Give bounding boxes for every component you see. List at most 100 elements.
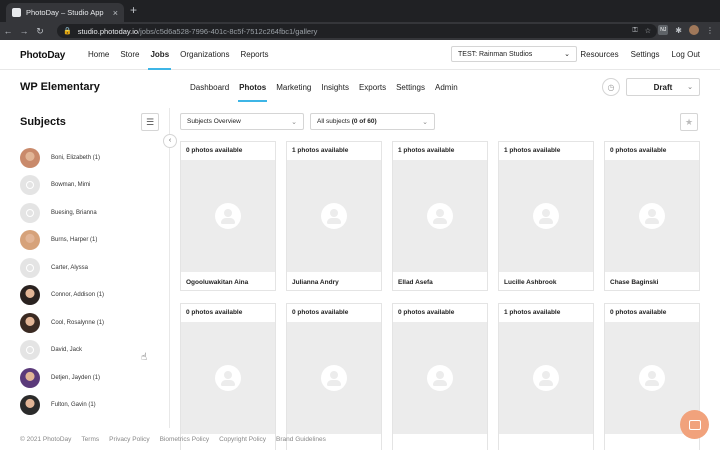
back-arrow-icon[interactable]: ← bbox=[0, 26, 16, 36]
nav-store[interactable]: Store bbox=[120, 50, 139, 59]
tab-photos[interactable]: Photos bbox=[238, 83, 268, 102]
studio-select[interactable]: TEST: Rainman Studios ⌄ bbox=[451, 46, 577, 62]
subject-card-name: Ogooluwakitan Aina bbox=[186, 279, 249, 286]
subjects-filter-value: All subjects (0 of 60) bbox=[317, 118, 377, 125]
nav-jobs[interactable]: Jobs bbox=[148, 50, 171, 70]
subject-card[interactable]: 0 photos available Chase Baginski bbox=[604, 141, 700, 291]
subject-card[interactable]: 0 photos available Ogooluwakitan Aina bbox=[180, 141, 276, 291]
photo-count: 1 photos available bbox=[398, 147, 455, 154]
footer-copyright-policy[interactable]: Copyright Policy bbox=[219, 436, 266, 443]
chat-launcher-icon[interactable] bbox=[680, 410, 709, 439]
subject-avatar bbox=[20, 312, 40, 333]
pointer-cursor-icon: ☝ bbox=[141, 352, 148, 363]
browser-tab[interactable]: PhotoDay – Studio App × bbox=[6, 3, 124, 22]
subject-list-item[interactable]: Buesing, Brianna bbox=[20, 199, 160, 227]
photoday-favicon-icon bbox=[12, 8, 21, 17]
address-bar[interactable]: 🔒 studio.photoday.io/jobs/c5d6a528-7996-… bbox=[57, 24, 657, 38]
subjects-filter-select[interactable]: All subjects (0 of 60) ⌄ bbox=[310, 113, 435, 130]
forward-arrow-icon[interactable]: → bbox=[16, 26, 32, 36]
person-placeholder-icon bbox=[639, 203, 665, 229]
studio-select-value: TEST: Rainman Studios bbox=[458, 50, 533, 58]
photoday-logo[interactable]: PhotoDay bbox=[20, 50, 65, 61]
tab-insights[interactable]: Insights bbox=[321, 83, 349, 92]
list-view-icon[interactable]: ☰ bbox=[141, 113, 159, 131]
right-nav: Resources Settings Log Out bbox=[580, 50, 700, 59]
footer-terms[interactable]: Terms bbox=[81, 436, 99, 443]
subject-list-item[interactable]: Burns, Harper (1) bbox=[20, 227, 160, 255]
photo-placeholder bbox=[181, 322, 275, 434]
subject-name: Bowman, Mimi bbox=[51, 182, 91, 189]
photo-count: 1 photos available bbox=[292, 147, 349, 154]
person-placeholder-icon bbox=[215, 365, 241, 391]
browser-profile-avatar[interactable] bbox=[689, 25, 699, 35]
chevron-down-icon: ⌄ bbox=[687, 84, 693, 91]
subject-list-item[interactable]: Bowman, Mimi bbox=[20, 172, 160, 200]
lock-icon: 🔒 bbox=[63, 28, 72, 35]
bookmark-star-icon[interactable]: ☆ bbox=[645, 27, 651, 35]
subject-card[interactable]: 1 photos available Lucille Ashbrook bbox=[498, 141, 594, 291]
overview-select[interactable]: Subjects Overview ⌄ bbox=[180, 113, 304, 130]
chevron-down-icon: ⌄ bbox=[564, 51, 570, 58]
subject-avatar bbox=[20, 230, 40, 251]
job-status-value: Draft bbox=[653, 82, 673, 92]
subject-list-item[interactable]: David, Jack bbox=[20, 337, 160, 365]
tab-close-icon[interactable]: × bbox=[113, 8, 118, 18]
tab-exports[interactable]: Exports bbox=[359, 83, 386, 92]
nav-settings[interactable]: Settings bbox=[631, 50, 660, 59]
nav-logout[interactable]: Log Out bbox=[672, 50, 700, 59]
footer-privacy[interactable]: Privacy Policy bbox=[109, 436, 149, 443]
nav-organizations[interactable]: Organizations bbox=[180, 50, 229, 59]
subject-avatar bbox=[20, 367, 40, 388]
star-icon[interactable]: ★ bbox=[680, 113, 698, 131]
footer: © 2021 PhotoDay Terms Privacy Policy Bio… bbox=[20, 436, 326, 443]
chevron-down-icon: ⌄ bbox=[422, 118, 428, 126]
reload-icon[interactable]: ↻ bbox=[32, 26, 48, 37]
footer-biometrics[interactable]: Biometrics Policy bbox=[160, 436, 209, 443]
tab-marketing[interactable]: Marketing bbox=[276, 83, 311, 92]
subject-card[interactable]: 1 photos available Julianna Andry bbox=[286, 141, 382, 291]
subject-card[interactable]: 0 photos available bbox=[286, 303, 382, 450]
tab-settings[interactable]: Settings bbox=[396, 83, 425, 92]
subject-list-item[interactable]: Cool, Rosalynne (1) bbox=[20, 309, 160, 337]
tab-admin[interactable]: Admin bbox=[435, 83, 458, 92]
collapse-sidebar-chevron-icon[interactable]: ‹ bbox=[163, 134, 177, 148]
subject-avatar bbox=[20, 395, 40, 416]
nav-resources[interactable]: Resources bbox=[580, 50, 618, 59]
job-status-dropdown[interactable]: Draft ⌄ bbox=[626, 78, 700, 96]
photo-count: 0 photos available bbox=[610, 147, 667, 154]
overview-select-value: Subjects Overview bbox=[187, 118, 241, 125]
subject-card[interactable]: 0 photos available bbox=[392, 303, 488, 450]
key-icon[interactable]: ⚿ bbox=[632, 27, 637, 35]
nav-home[interactable]: Home bbox=[88, 50, 109, 59]
subject-card[interactable]: 1 photos available bbox=[498, 303, 594, 450]
subject-card[interactable]: 0 photos available bbox=[180, 303, 276, 450]
subject-list-item[interactable]: Connor, Addison (1) bbox=[20, 282, 160, 310]
subject-name: Cool, Rosalynne (1) bbox=[51, 319, 105, 326]
subjects-sidebar: Subjects ☰ Boni, Elizabeth (1) Bowman, Mi… bbox=[0, 108, 170, 428]
tab-dashboard[interactable]: Dashboard bbox=[190, 83, 229, 92]
subject-card[interactable]: 1 photos available Ellad Asefa bbox=[392, 141, 488, 291]
person-placeholder-icon bbox=[321, 203, 347, 229]
photo-count: 0 photos available bbox=[610, 309, 667, 316]
app-header: PhotoDay Home Store Jobs Organizations R… bbox=[0, 40, 720, 70]
subject-card-name: Lucille Ashbrook bbox=[504, 279, 557, 286]
person-placeholder-icon bbox=[427, 203, 453, 229]
subject-list-item[interactable]: Fulton, Gavin (1) bbox=[20, 392, 160, 420]
browser-tab-title: PhotoDay – Studio App bbox=[26, 8, 104, 17]
subject-list-item[interactable]: Detjen, Jayden (1) bbox=[20, 364, 160, 392]
person-placeholder-icon bbox=[427, 365, 453, 391]
photo-placeholder bbox=[181, 160, 275, 272]
extension-nj-icon[interactable]: NJ bbox=[658, 25, 669, 35]
subject-list-item[interactable]: Carter, Alyssa bbox=[20, 254, 160, 282]
subject-list-item[interactable]: Boni, Elizabeth (1) bbox=[20, 144, 160, 172]
clock-icon[interactable]: ◷ bbox=[602, 78, 620, 96]
subject-card-name: Ellad Asefa bbox=[398, 279, 433, 286]
browser-menu-icon[interactable]: ⋮ bbox=[706, 26, 714, 35]
new-tab-button[interactable]: + bbox=[130, 3, 137, 17]
extensions-puzzle-icon[interactable]: ✱ bbox=[675, 26, 682, 35]
footer-brand[interactable]: Brand Guidelines bbox=[276, 436, 326, 443]
nav-reports[interactable]: Reports bbox=[241, 50, 269, 59]
photo-count: 0 photos available bbox=[186, 147, 243, 154]
subject-name: Detjen, Jayden (1) bbox=[51, 374, 101, 381]
photo-placeholder bbox=[499, 322, 593, 434]
